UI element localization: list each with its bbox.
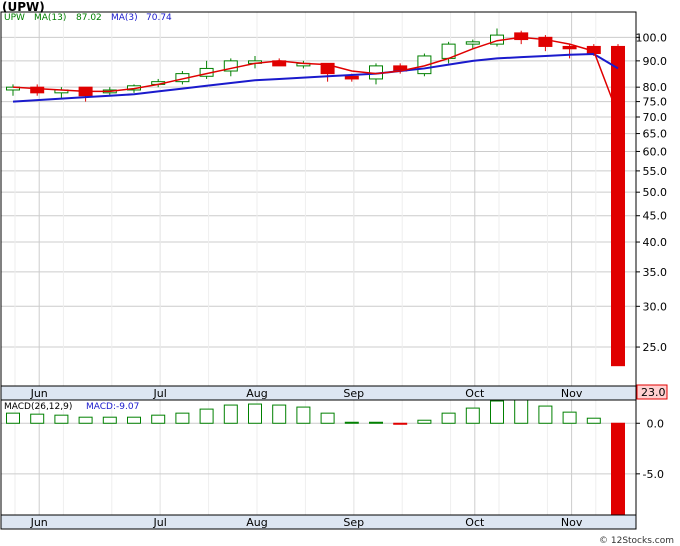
macd-month-label-1: Jul bbox=[153, 516, 167, 529]
macd-month-label-2: Aug bbox=[246, 516, 267, 529]
price-month-label-0: Jun bbox=[30, 387, 48, 400]
price-ytick-label-2: 80.0 bbox=[643, 81, 668, 94]
legend-ma3-value: 70.74 bbox=[146, 13, 172, 23]
candle-body-23 bbox=[562, 45, 577, 50]
price-ytick-label-9: 45.0 bbox=[643, 210, 668, 223]
macd-bar-0 bbox=[6, 412, 20, 424]
price-ytick-label-8: 50.0 bbox=[643, 186, 668, 199]
macd-bar-11 bbox=[272, 404, 287, 424]
macd-bar-17 bbox=[417, 419, 432, 424]
price-month-label-5: Nov bbox=[561, 387, 583, 400]
price-month-label-3: Sep bbox=[343, 387, 364, 400]
price-grid bbox=[1, 12, 640, 386]
price-y-axis: 100.0 90.0 80.0 75.0 70.0 65.0 60.0 55.0 50.0 45.… bbox=[636, 31, 668, 354]
legend-ma13-value: 87.02 bbox=[76, 13, 102, 23]
macd-bar-20 bbox=[490, 400, 504, 424]
macd-bar-12 bbox=[296, 406, 311, 424]
macd-bar-6 bbox=[151, 414, 166, 424]
macd-bar-24 bbox=[586, 417, 601, 424]
price-ytick-label-13: 25.0 bbox=[643, 341, 668, 354]
price-ytick-label-1: 90.0 bbox=[643, 55, 668, 68]
candle-body-14 bbox=[344, 75, 359, 80]
macd-bar-10 bbox=[248, 403, 262, 424]
legend-symbol: UPW bbox=[4, 13, 25, 23]
price-ytick-label-12: 30.0 bbox=[643, 300, 668, 313]
macd-legend-value: MACD:-9.07 bbox=[86, 402, 140, 412]
panel-frames bbox=[0, 11, 637, 530]
chart-canvas: 100.0 90.0 80.0 75.0 70.0 65.0 60.0 55.0 50.0 45.… bbox=[0, 11, 668, 530]
macd-bar-16 bbox=[393, 422, 408, 425]
macd-ytick-label-1: -5.0 bbox=[643, 468, 664, 481]
chart-title: (UPW) bbox=[2, 0, 45, 14]
price-panel-frame bbox=[0, 11, 637, 387]
macd-bar-9 bbox=[223, 404, 238, 424]
macd-bar-15 bbox=[369, 421, 383, 424]
macd-bar-21 bbox=[514, 399, 529, 424]
macd-bar-18 bbox=[441, 412, 456, 424]
price-month-label-4: Oct bbox=[465, 387, 485, 400]
price-month-label-2: Aug bbox=[246, 387, 267, 400]
macd-bar-13 bbox=[320, 412, 335, 424]
macd-bar-3 bbox=[78, 416, 93, 424]
macd-bar-14 bbox=[344, 421, 359, 424]
macd-month-label-3: Sep bbox=[343, 516, 364, 529]
candle-body-25 bbox=[611, 45, 625, 367]
macd-month-label-5: Nov bbox=[561, 516, 583, 529]
price-ytick-label-11: 35.0 bbox=[643, 266, 668, 279]
macd-axis-band bbox=[0, 514, 637, 530]
last-price-badge: 23.0 bbox=[636, 384, 668, 400]
price-axis-band bbox=[0, 385, 637, 401]
macd-bar-2 bbox=[54, 414, 69, 424]
price-ytick-label-4: 70.0 bbox=[643, 111, 668, 124]
macd-ytick-label-0: 0.0 bbox=[647, 417, 665, 430]
macd-bar-19 bbox=[465, 407, 480, 424]
price-ytick-label-6: 60.0 bbox=[643, 145, 668, 158]
macd-bar-8 bbox=[199, 408, 214, 424]
macd-bar-23 bbox=[562, 411, 577, 424]
price-ytick-label-10: 40.0 bbox=[643, 236, 668, 249]
macd-bar-1 bbox=[30, 413, 45, 424]
macd-bar-7 bbox=[175, 412, 190, 424]
macd-legend-label: MACD(26,12,9) bbox=[4, 402, 73, 412]
price-ytick-label-3: 75.0 bbox=[643, 96, 668, 109]
price-month-label-1: Jul bbox=[153, 387, 167, 400]
macd-month-label-0: Jun bbox=[30, 516, 48, 529]
moving-average-lines bbox=[12, 36, 619, 115]
price-ytick-label-0: 100.0 bbox=[636, 31, 668, 44]
legend-ma13-label: MA(13) bbox=[34, 13, 67, 23]
price-ytick-label-7: 55.0 bbox=[643, 165, 668, 178]
credit-text: © 12Stocks.com bbox=[599, 536, 674, 546]
macd-y-axis: 0.0 -5.0 bbox=[643, 417, 664, 481]
macd-bar-5 bbox=[127, 416, 141, 424]
last-price-text: 23.0 bbox=[641, 386, 666, 399]
macd-bars bbox=[6, 399, 625, 516]
legend-ma3-label: MA(3) bbox=[111, 13, 138, 23]
candle-body-19 bbox=[465, 41, 480, 45]
macd-bar-22 bbox=[538, 405, 553, 424]
macd-month-label-4: Oct bbox=[465, 516, 485, 529]
macd-bar-25 bbox=[611, 422, 625, 516]
price-ytick-label-5: 65.0 bbox=[643, 128, 668, 141]
macd-bar-4 bbox=[102, 416, 117, 424]
price-candles bbox=[6, 28, 625, 367]
